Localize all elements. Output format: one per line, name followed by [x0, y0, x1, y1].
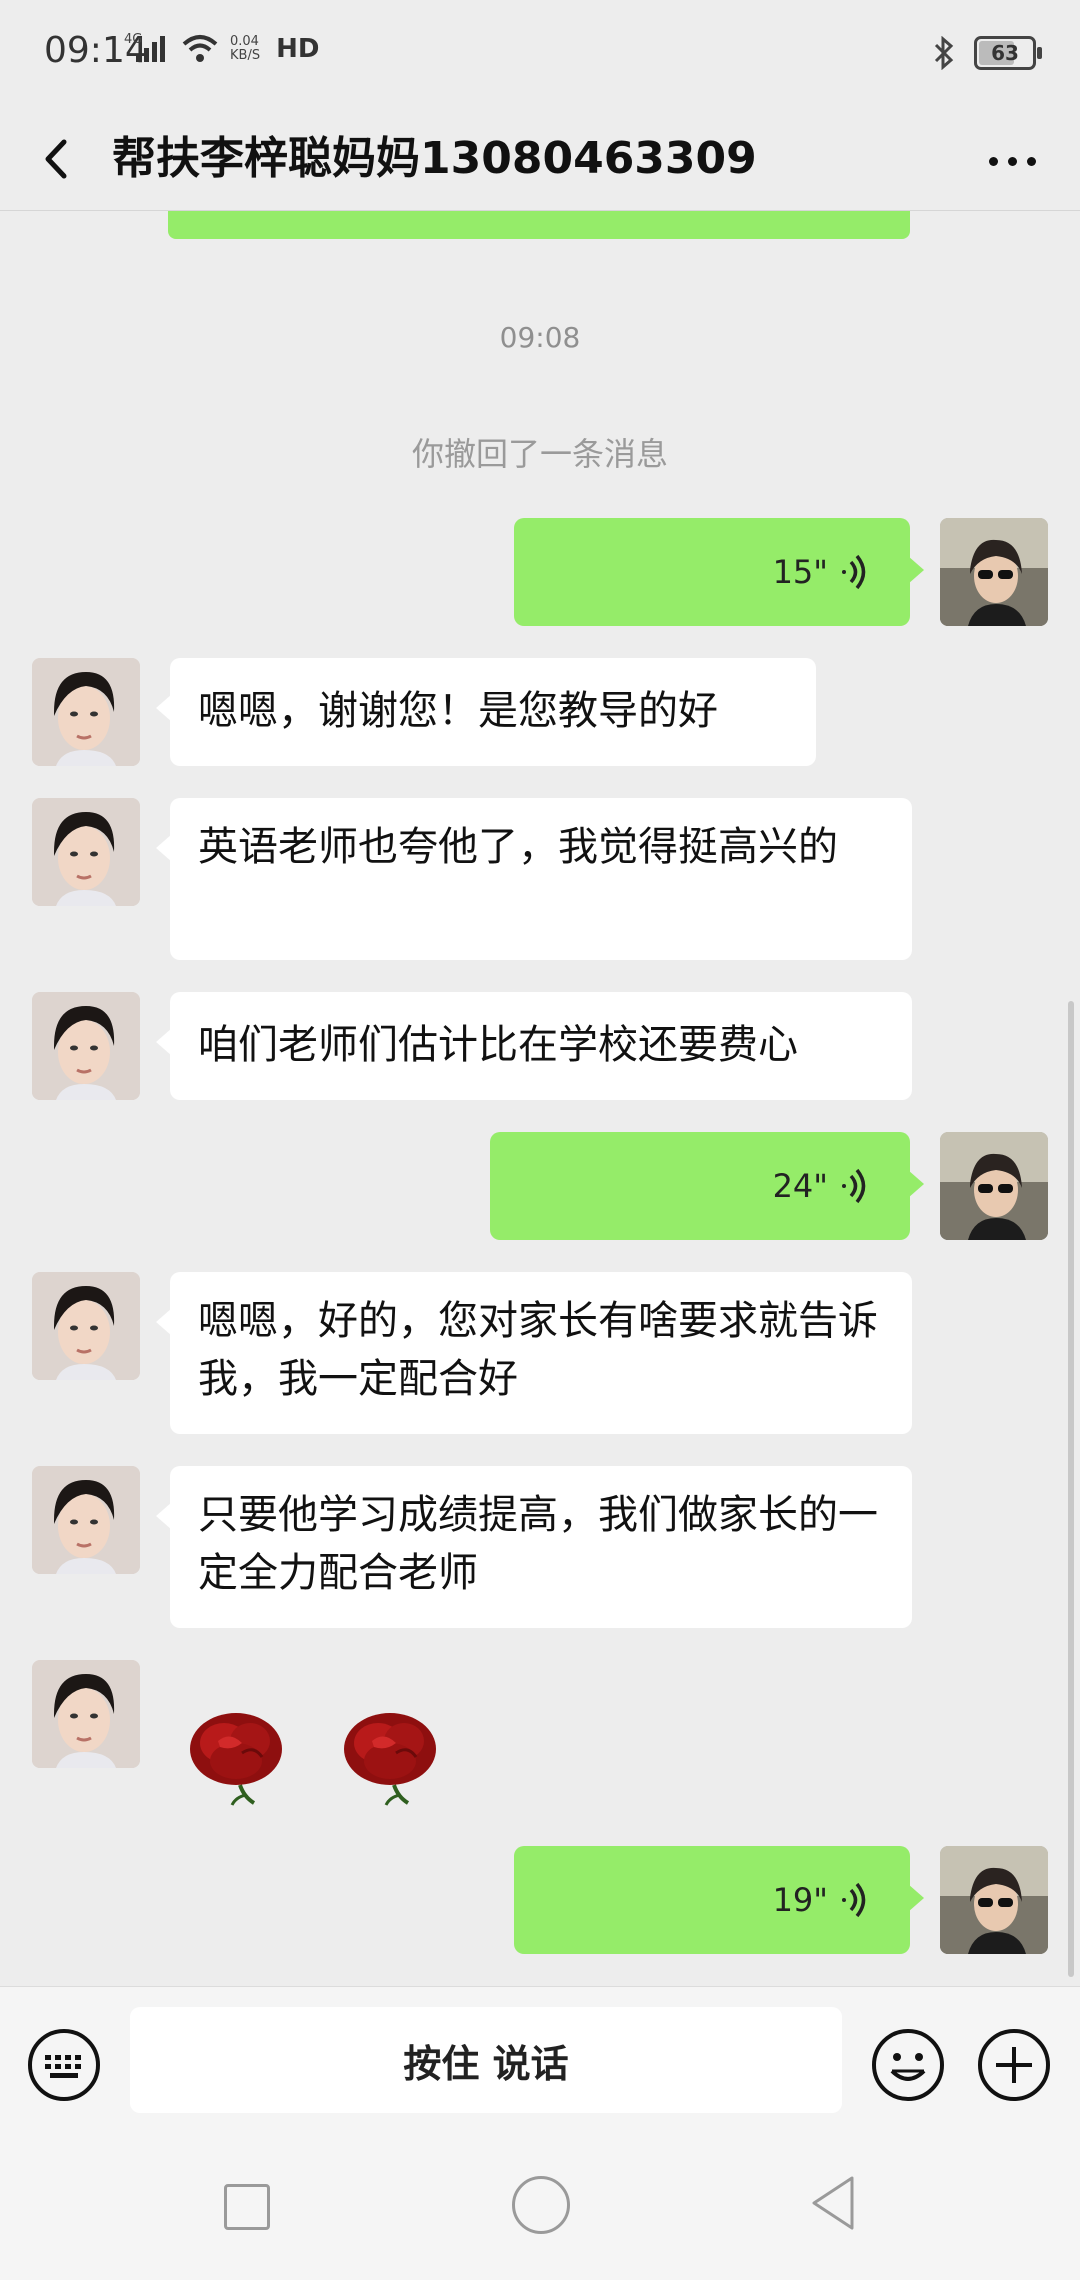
avatar-photo: [940, 1846, 1048, 1954]
avatar-photo: [940, 518, 1048, 626]
my-avatar[interactable]: [940, 1132, 1048, 1240]
message-text: 嗯嗯，好的，您对家长有啥要求就告诉我，我一定配合好: [198, 1298, 878, 1402]
message-timestamp: 09:08: [499, 321, 581, 354]
message-text: 只要他学习成绩提高，我们做家长的一定全力配合老师: [198, 1492, 878, 1596]
bluetooth-icon: [934, 36, 954, 70]
voice-duration: 19": [772, 1881, 828, 1919]
avatar-photo: [32, 992, 140, 1100]
avatar-photo: [940, 1132, 1048, 1240]
voice-duration: 24": [772, 1167, 828, 1205]
avatar-photo: [32, 658, 140, 766]
chat-area[interactable]: 09:08 你撤回了一条消息 15" 嗯嗯，谢谢您！是您教导的好 英语老师也夸他…: [0, 211, 1080, 1985]
emoji-button[interactable]: [870, 2027, 946, 2103]
text-message[interactable]: 嗯嗯，好的，您对家长有啥要求就告诉我，我一定配合好: [156, 1272, 912, 1434]
text-message[interactable]: 咱们老师们估计比在学校还要费心: [156, 992, 912, 1100]
system-nav-bar: [0, 2136, 1080, 2280]
voice-message[interactable]: 15": [514, 518, 924, 626]
my-avatar[interactable]: [940, 1846, 1048, 1954]
back-button[interactable]: [28, 124, 88, 194]
text-message[interactable]: 英语老师也夸他了，我觉得挺高兴的: [156, 798, 912, 960]
message-text: 咱们老师们估计比在学校还要费心: [198, 1022, 798, 1068]
emoji-icon: [872, 2029, 944, 2101]
voice-wave-icon: [842, 1882, 866, 1918]
input-bar: 按住 说话: [0, 1986, 1080, 2137]
network-type-label: 4G: [124, 32, 143, 47]
contact-avatar[interactable]: [32, 1660, 140, 1768]
contact-avatar[interactable]: [32, 992, 140, 1100]
more-actions-button[interactable]: [976, 2027, 1052, 2103]
status-bar: 09:14 4G 0.04 KB/S HD 63: [0, 0, 1080, 110]
text-message[interactable]: 只要他学习成绩提高，我们做家长的一定全力配合老师: [156, 1466, 912, 1628]
avatar-photo: [32, 1272, 140, 1380]
my-avatar[interactable]: [940, 518, 1048, 626]
chat-header: 帮扶李梓聪妈妈13080463309: [0, 110, 1080, 211]
voice-duration: 15": [772, 553, 828, 591]
battery-icon: 63: [974, 36, 1042, 70]
back-icon[interactable]: [808, 2174, 858, 2232]
contact-avatar[interactable]: [32, 1272, 140, 1380]
home-icon[interactable]: [512, 2176, 570, 2234]
message-text: 英语老师也夸他了，我觉得挺高兴的: [198, 824, 838, 870]
rose-icon[interactable]: [334, 1701, 444, 1811]
recall-notice: 你撤回了一条消息: [411, 435, 668, 473]
avatar-photo: [32, 798, 140, 906]
keyboard-toggle-button[interactable]: [26, 2027, 102, 2103]
keyboard-icon: [28, 2029, 100, 2101]
message-text: 嗯嗯，谢谢您！是您教导的好: [198, 688, 718, 734]
contact-avatar[interactable]: [32, 798, 140, 906]
plus-icon: [978, 2029, 1050, 2101]
avatar-photo: [32, 1466, 140, 1574]
chat-title: 帮扶李梓聪妈妈13080463309: [112, 133, 757, 184]
net-speed-unit: KB/S: [230, 48, 261, 63]
battery-level: 63: [991, 41, 1019, 65]
contact-avatar[interactable]: [32, 658, 140, 766]
more-dot: [1026, 156, 1036, 166]
more-dot: [1007, 156, 1017, 166]
avatar-photo: [32, 1660, 140, 1768]
recent-apps-icon[interactable]: [224, 2184, 270, 2230]
wifi-icon: [182, 35, 218, 62]
net-speed-value: 0.04: [230, 34, 259, 49]
more-button[interactable]: [972, 126, 1052, 196]
text-message[interactable]: 嗯嗯，谢谢您！是您教导的好: [156, 658, 816, 766]
chevron-left-icon: [45, 139, 67, 179]
status-icons: 4G 0.04 KB/S HD: [124, 32, 320, 64]
previous-message-edge: [168, 211, 910, 239]
net-speed: 0.04 KB/S: [230, 35, 260, 63]
contact-avatar[interactable]: [32, 1466, 140, 1574]
status-right: 63: [932, 36, 1042, 70]
voice-message[interactable]: 19": [514, 1846, 924, 1954]
rose-icon[interactable]: [180, 1701, 290, 1811]
hold-to-talk-button[interactable]: 按住 说话: [130, 2007, 842, 2113]
voice-wave-icon: [842, 554, 866, 590]
more-dots-icon: [988, 156, 998, 166]
scrollbar[interactable]: [1068, 1001, 1074, 1977]
hd-label: HD: [276, 34, 320, 64]
voice-message[interactable]: 24": [490, 1132, 924, 1240]
voice-wave-icon: [842, 1168, 866, 1204]
